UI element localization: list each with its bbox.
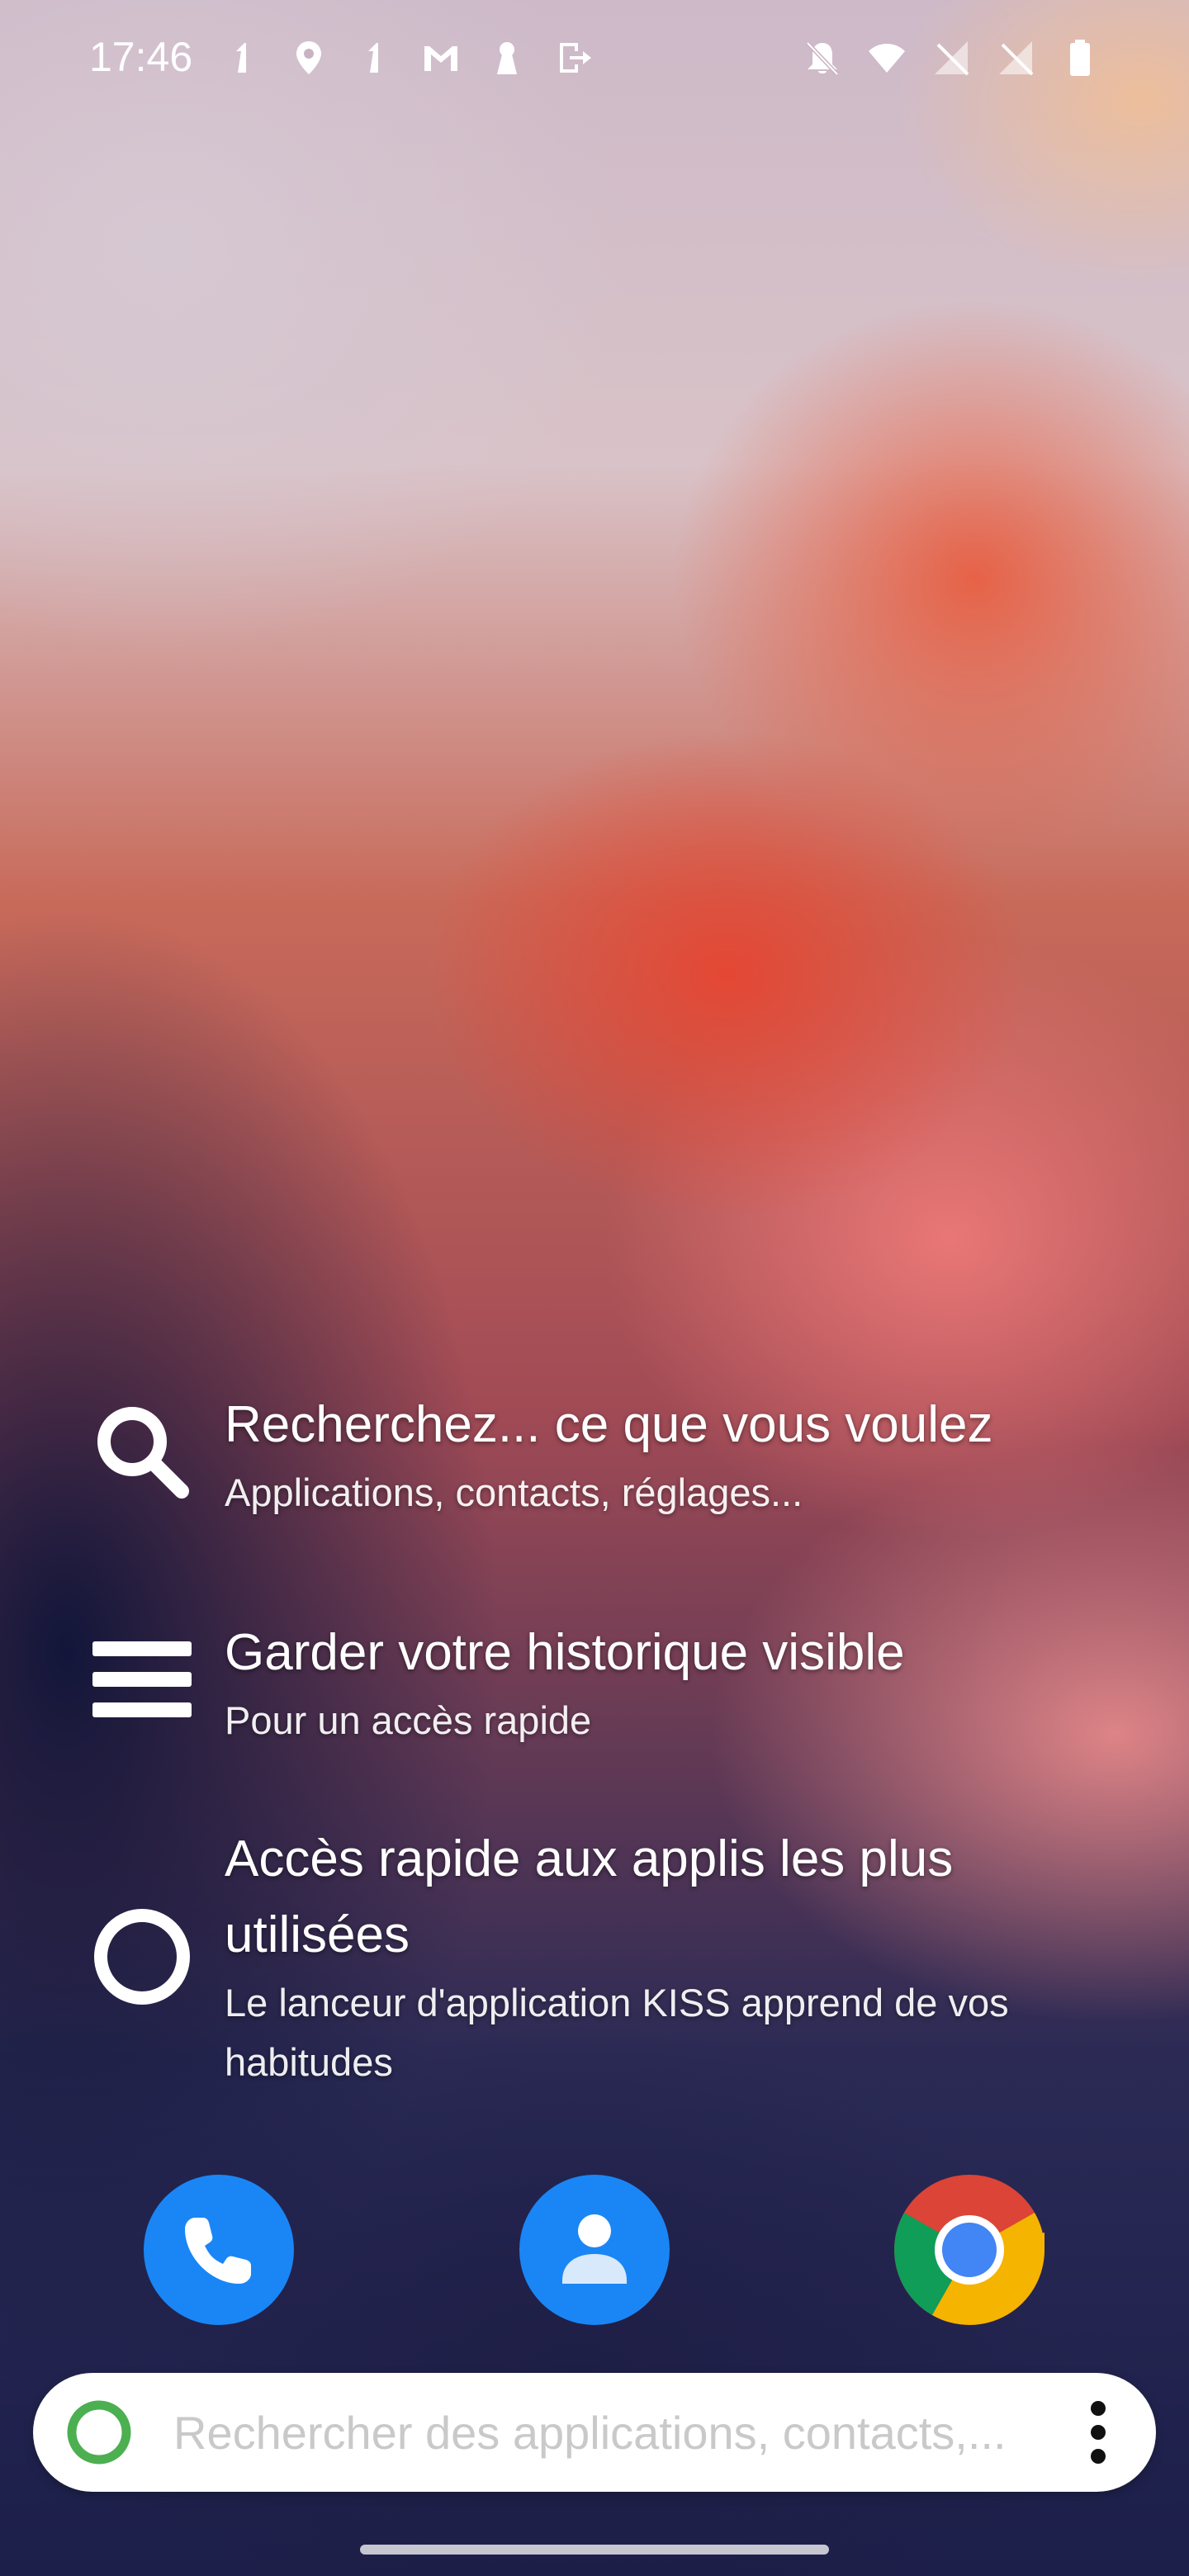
tip-search: Recherchez... ce que vous voulez Applica… <box>0 1387 1189 1519</box>
search-icon <box>89 1399 195 1504</box>
chrome-app-button[interactable] <box>894 2175 1045 2325</box>
phone-app-button[interactable] <box>144 2175 294 2325</box>
no-sim-icon <box>931 36 971 79</box>
tip-subtitle: Applications, contacts, réglages... <box>225 1470 803 1514</box>
chrome-icon <box>894 2175 1045 2325</box>
status-notification-icons <box>223 33 593 83</box>
bell-off-icon <box>803 36 842 79</box>
tip-title: Garder votre historique visible <box>225 1624 905 1681</box>
notification-1-icon <box>223 36 263 79</box>
status-time: 17:46 <box>89 34 193 80</box>
status-system-icons <box>803 33 1100 83</box>
tip-subtitle: Le lanceur d'application KISS apprend de… <box>225 1981 1009 2084</box>
home-indicator[interactable] <box>360 2545 829 2555</box>
keyhole-icon <box>487 36 527 79</box>
notification-1-icon <box>355 36 395 79</box>
contacts-icon <box>562 2214 627 2284</box>
tip-frequent-apps: Accès rapide aux applis les plus utilisé… <box>0 1821 1189 2094</box>
tip-title: Accès rapide aux applis les plus utilisé… <box>225 1830 954 1963</box>
overflow-menu-icon[interactable] <box>1082 2401 1115 2464</box>
exit-icon <box>553 36 593 79</box>
kiss-launcher-icon[interactable] <box>64 2398 134 2467</box>
gmail-icon <box>421 36 461 79</box>
menu-icon <box>89 1627 195 1732</box>
wifi-icon <box>867 36 907 79</box>
home-screen: 17:46 Recherchez... ce que vous voulez A… <box>0 0 1189 2576</box>
phone-icon <box>185 2218 251 2284</box>
circle-icon <box>89 1904 195 2010</box>
tip-title: Recherchez... ce que vous voulez <box>225 1396 993 1453</box>
tip-history: Garder votre historique visible Pour un … <box>0 1615 1189 1747</box>
search-bar <box>33 2373 1156 2492</box>
tip-subtitle: Pour un accès rapide <box>225 1698 592 1742</box>
contacts-app-button[interactable] <box>519 2175 670 2325</box>
location-pin-icon <box>289 36 329 79</box>
no-sim-icon <box>996 36 1035 79</box>
status-bar: 17:46 <box>0 0 1189 116</box>
battery-icon <box>1060 36 1100 79</box>
search-input[interactable] <box>173 2373 1049 2492</box>
